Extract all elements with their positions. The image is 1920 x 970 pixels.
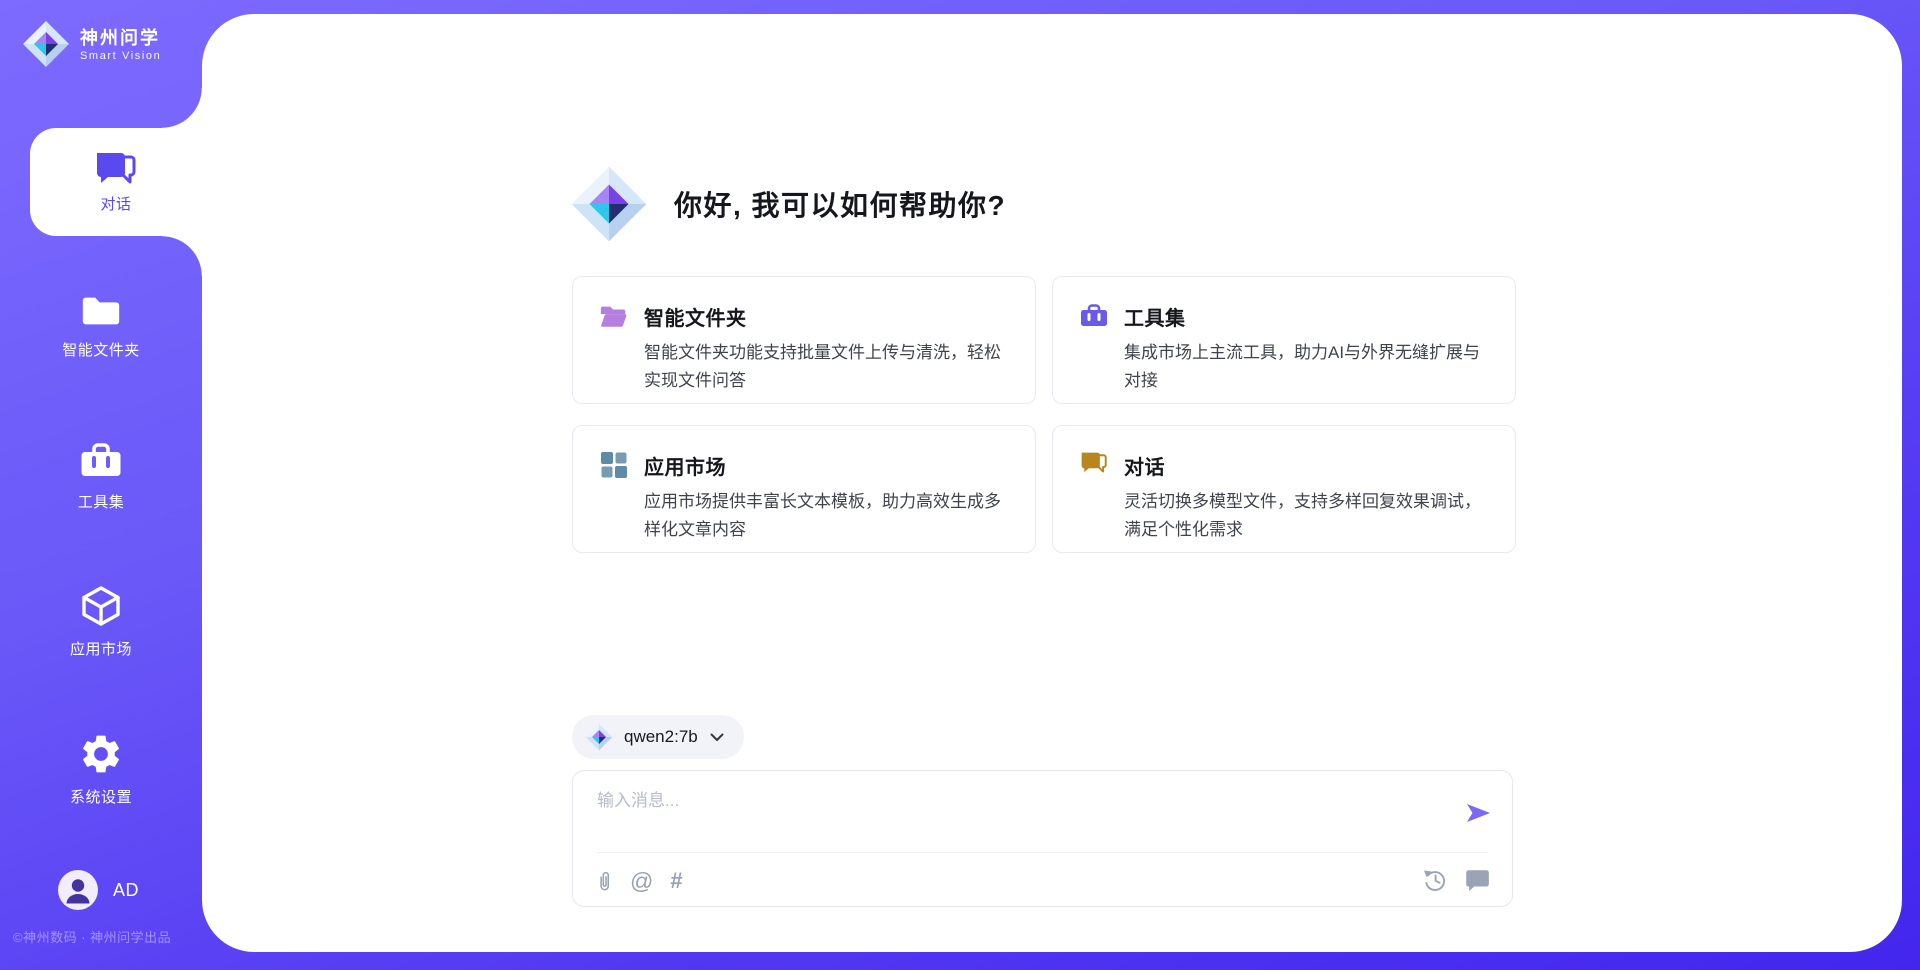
chat-bubbles-icon <box>93 151 139 193</box>
paperclip-icon <box>596 866 613 896</box>
card-title: 对话 <box>1124 451 1165 480</box>
avatar <box>58 870 98 910</box>
composer-divider <box>597 852 1488 853</box>
sidebar-item-settings[interactable]: 系统设置 <box>0 731 202 807</box>
assistant-diamond-icon <box>570 165 648 243</box>
brand-logo: 神州问学 Smart Vision <box>22 20 161 68</box>
sidebar-item-label: 工具集 <box>78 491 125 512</box>
user-account[interactable]: AD <box>58 870 139 910</box>
mention-button[interactable]: @ <box>630 866 653 896</box>
chat-bubbles-icon <box>1079 450 1109 480</box>
brand-subtitle: Smart Vision <box>80 50 161 62</box>
toolbox-icon <box>1079 301 1109 331</box>
send-icon[interactable] <box>1463 798 1493 828</box>
app-window: 神州问学 Smart Vision 对话 智能文件夹 工具集 <box>0 0 1920 970</box>
cube-icon <box>78 583 124 629</box>
card-title: 智能文件夹 <box>644 302 747 331</box>
sidebar-item-chat-active[interactable]: 对话 <box>30 128 202 236</box>
brand-name: 神州问学 <box>80 26 161 50</box>
user-name: AD <box>113 880 139 901</box>
sidebar-item-smart-folder[interactable]: 智能文件夹 <box>0 292 202 360</box>
sidebar: 神州问学 Smart Vision 对话 智能文件夹 工具集 <box>0 0 202 970</box>
model-name: qwen2:7b <box>624 727 698 747</box>
composer-toolbar: @ # <box>596 866 683 896</box>
card-toolbox[interactable]: 工具集 集成市场上主流工具，助力AI与外界无缝扩展与对接 <box>1052 276 1516 404</box>
greeting-row: 你好, 我可以如何帮助你? <box>570 165 1006 243</box>
model-selector[interactable]: qwen2:7b <box>572 715 744 759</box>
feature-cards: 智能文件夹 智能文件夹功能支持批量文件上传与清洗，轻松实现文件问答 工具集 集成… <box>572 276 1516 553</box>
card-description: 灵活切换多模型文件，支持多样回复效果调试，满足个性化需求 <box>1124 488 1490 544</box>
sidebar-item-app-market[interactable]: 应用市场 <box>0 583 202 659</box>
card-chat[interactable]: 对话 灵活切换多模型文件，支持多样回复效果调试，满足个性化需求 <box>1052 425 1516 553</box>
comment-icon <box>1463 866 1491 894</box>
brand-diamond-icon <box>22 20 70 68</box>
hashtag-button[interactable]: # <box>670 866 682 896</box>
copyright-text: ©神州数码 · 神州问学出品 <box>13 927 171 946</box>
history-icon <box>1421 866 1449 894</box>
card-description: 应用市场提供丰富长文本模板，助力高效生成多样化文章内容 <box>644 488 1010 544</box>
message-input[interactable] <box>597 786 1447 844</box>
gear-icon <box>78 731 124 777</box>
toolbox-icon <box>78 440 124 482</box>
sidebar-item-toolbox[interactable]: 工具集 <box>0 440 202 512</box>
message-composer: @ # <box>572 770 1513 907</box>
card-title: 工具集 <box>1124 302 1186 331</box>
card-app-market[interactable]: 应用市场 应用市场提供丰富长文本模板，助力高效生成多样化文章内容 <box>572 425 1036 553</box>
card-description: 集成市场上主流工具，助力AI与外界无缝扩展与对接 <box>1124 339 1490 395</box>
greeting-title: 你好, 我可以如何帮助你? <box>674 184 1006 224</box>
attachment-button[interactable] <box>596 866 613 896</box>
card-title: 应用市场 <box>644 451 726 480</box>
chevron-down-icon <box>710 733 724 742</box>
sidebar-item-label: 应用市场 <box>70 638 132 659</box>
grid-icon <box>599 450 629 480</box>
composer-right-tools <box>1421 866 1491 894</box>
history-button[interactable] <box>1421 866 1449 894</box>
card-smart-folder[interactable]: 智能文件夹 智能文件夹功能支持批量文件上传与清洗，轻松实现文件问答 <box>572 276 1036 404</box>
folder-open-icon <box>599 301 629 331</box>
sidebar-item-label: 对话 <box>100 193 131 214</box>
sidebar-item-label: 智能文件夹 <box>62 339 140 360</box>
sidebar-item-label: 系统设置 <box>70 786 132 807</box>
folder-icon <box>79 292 123 330</box>
card-description: 智能文件夹功能支持批量文件上传与清洗，轻松实现文件问答 <box>644 339 1010 395</box>
model-diamond-icon <box>585 723 613 751</box>
feedback-button[interactable] <box>1463 866 1491 894</box>
